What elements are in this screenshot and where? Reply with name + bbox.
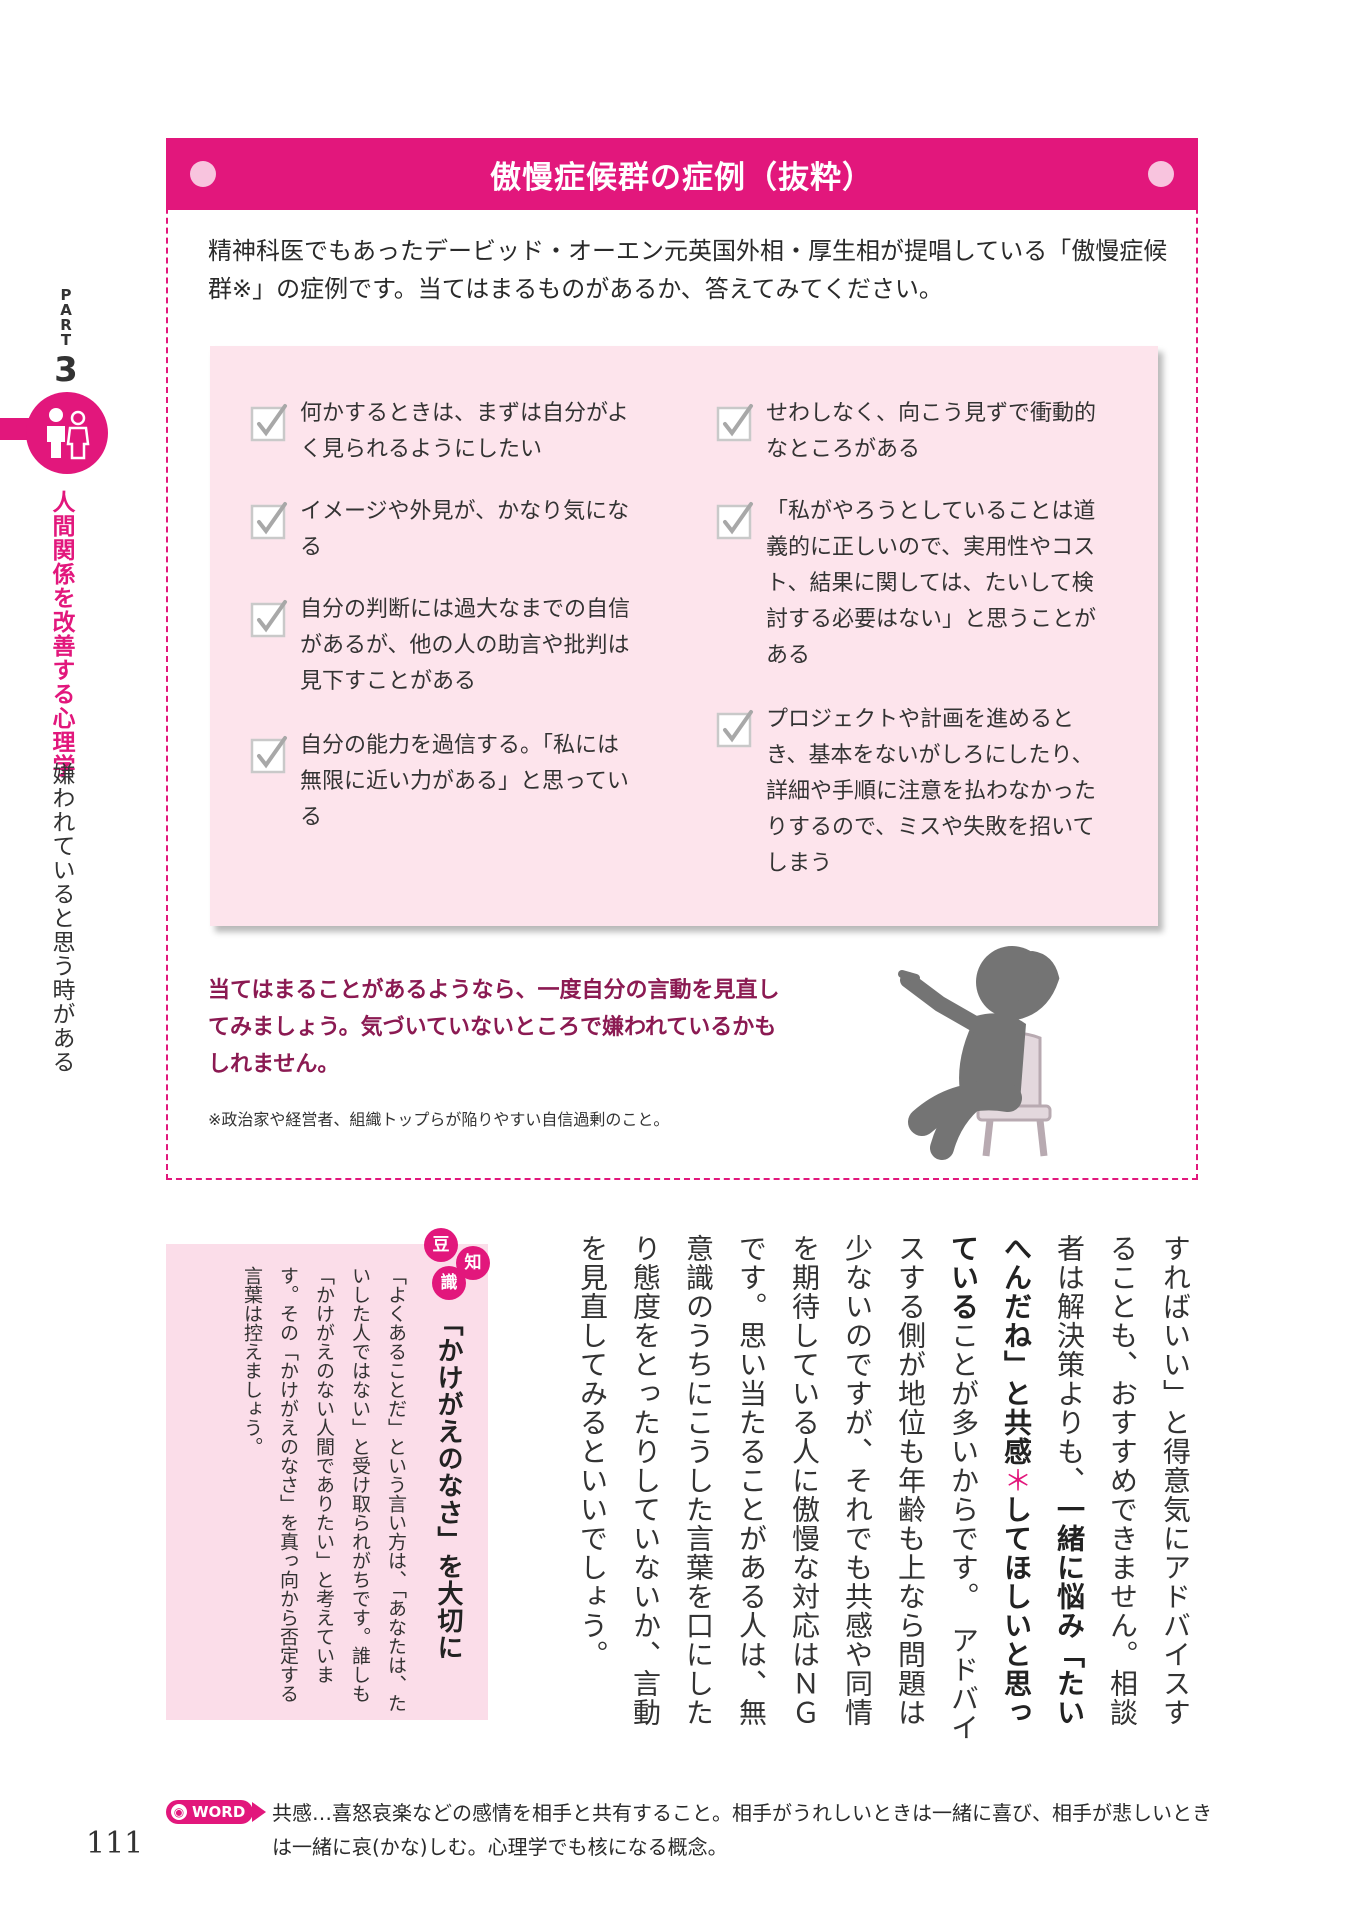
checklist-item-text: プロジェクトや計画を進めるとき、基本をないがしろにしたり、詳細や手順に注意を払わ… <box>766 707 1097 876</box>
box-footnote: ※政治家や経営者、組織トップらが陥りやすい自信過剰のこと。 <box>208 1110 670 1129</box>
checklist-item-text: 何かするときは、まずは自分がよく見られるようにしたい <box>300 401 629 462</box>
checkmark-icon <box>716 502 753 540</box>
checkmark-icon <box>250 600 287 638</box>
checklist-item-text: せわしなく、向こう見ずで衝動的なところがある <box>766 401 1097 462</box>
checklist-item-text: 「私がやろうとしていることは道義的に正しいので、実用性やコスト、結果に関しては、… <box>766 499 1097 668</box>
checkmark-icon <box>250 502 287 540</box>
word-label-text: WORD <box>192 1803 246 1821</box>
checklist-item: イメージや外見が、かなり気になる <box>250 494 640 566</box>
box-title: 傲慢症候群の症例（抜粋） <box>490 160 874 196</box>
mini-knowledge-body: 「よくあることだ」という言い方は、「あなたは、たいした人ではない」と受け取られが… <box>241 1266 407 1713</box>
checklist-item-text: 自分の能力を過信する。「私には無限に近い力がある」と思っている <box>300 733 629 830</box>
body-text: ことが多いからです。 アドバイスする側が地位も年齢も上なら問題は少ないのですが、… <box>576 1234 980 1742</box>
checkmark-icon <box>250 404 287 442</box>
people-icon <box>47 408 90 460</box>
checkmark-icon <box>716 710 753 748</box>
part-label: P A R T <box>56 288 76 348</box>
checklist-item: せわしなく、向こう見ずで衝動的なところがある <box>716 396 1106 468</box>
mini-knowledge-badge: 豆 <box>424 1228 458 1262</box>
checkmark-icon <box>716 404 753 442</box>
checklist-item: 自分の判断には過大なまでの自信があるが、他の人の助言や批判は見下すことがある <box>250 592 640 700</box>
main-body-text: すればいい」と得意気にアドバイスすることも、おすすめできません。相談者は解決策よ… <box>528 1234 1202 1754</box>
word-arrow-icon <box>252 1802 266 1822</box>
checklist-item: 何かするときは、まずは自分がよく見られるようにしたい <box>250 396 640 468</box>
mini-knowledge-title: 「かけがえのなさ」を大切に <box>433 1310 463 1661</box>
word-icon: ◉ <box>171 1804 187 1820</box>
checklist-item: 「私がやろうとしていることは道義的に正しいので、実用性やコスト、結果に関しては、… <box>716 494 1106 674</box>
word-label: ◉ WORD <box>166 1800 254 1824</box>
part-number: 3 <box>54 350 78 390</box>
mini-knowledge-badge: 識 <box>432 1266 466 1300</box>
word-definition: 共感…喜怒哀楽などの感情を相手と共有すること。相手がうれしいときは一緒に喜び、相… <box>272 1801 1212 1859</box>
box-summary: 当てはまることがあるようなら、一度自分の言動を見直してみましょう。気づいていない… <box>208 978 780 1077</box>
part-subtitle: 嫌われていると思う時がある <box>48 762 74 1074</box>
word-reference-mark: ＊ <box>1000 1466 1033 1495</box>
checklist-item-text: 自分の判断には過大なまでの自信があるが、他の人の助言や批判は見下すことがある <box>300 597 631 694</box>
checklist-item: プロジェクトや計画を進めるとき、基本をないがしろにしたり、詳細や手順に注意を払わ… <box>716 702 1106 882</box>
part-badge <box>26 392 108 474</box>
part-letter: T <box>60 331 72 349</box>
box-intro: 精神科医でもあったデービッド・オーエン元英国外相・厚生相が提唱している「傲慢症候… <box>208 237 1168 303</box>
checklist-item: 自分の能力を過信する。「私には無限に近い力がある」と思っている <box>250 728 640 836</box>
checkmark-icon <box>250 736 287 774</box>
checklist-item-text: イメージや外見が、かなり気になる <box>300 499 630 560</box>
page-number: 111 <box>86 1826 144 1861</box>
arrogant-person-icon <box>898 946 1060 1160</box>
part-title: 人間関係を改善する心理学 <box>48 490 74 778</box>
